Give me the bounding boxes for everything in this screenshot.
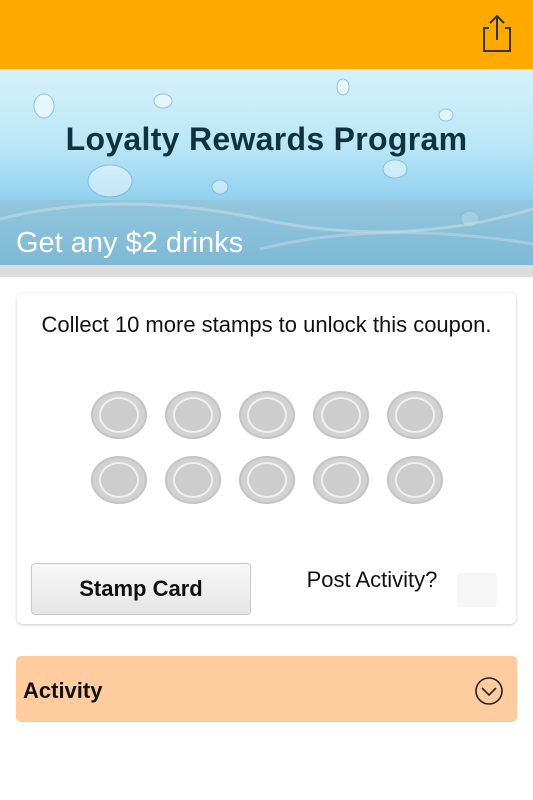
banner-subtitle: Get any $2 drinks	[16, 227, 244, 259]
stamp-slot	[239, 391, 295, 439]
chevron-down-circle-icon	[475, 677, 503, 705]
promo-banner: Loyalty Rewards Program Get any $2 drink…	[0, 69, 533, 265]
stamp-slot	[387, 456, 443, 504]
stamp-slot	[165, 456, 221, 504]
stamp-slot	[387, 391, 443, 439]
stamps-remaining-message: Collect 10 more stamps to unlock this co…	[41, 312, 492, 337]
stamp-card-button[interactable]: Stamp Card	[31, 563, 251, 615]
stamp-slot	[313, 391, 369, 439]
stamp-slot	[91, 391, 147, 439]
post-activity-label: Post Activity?	[306, 567, 438, 592]
banner-title: Loyalty Rewards Program	[65, 121, 468, 157]
stamp-slot	[239, 456, 295, 504]
stamp-slot	[91, 456, 147, 504]
divider-band	[0, 265, 533, 277]
activity-section-header[interactable]: Activity	[16, 656, 517, 722]
stamp-card-panel: Collect 10 more stamps to unlock this co…	[17, 293, 516, 624]
app-toolbar	[0, 0, 533, 69]
stamp-slot	[165, 391, 221, 439]
share-icon	[483, 14, 511, 52]
post-activity-checkbox[interactable]	[457, 573, 497, 607]
share-button[interactable]	[479, 12, 515, 54]
stamp-slot	[313, 456, 369, 504]
activity-label: Activity	[23, 678, 103, 703]
